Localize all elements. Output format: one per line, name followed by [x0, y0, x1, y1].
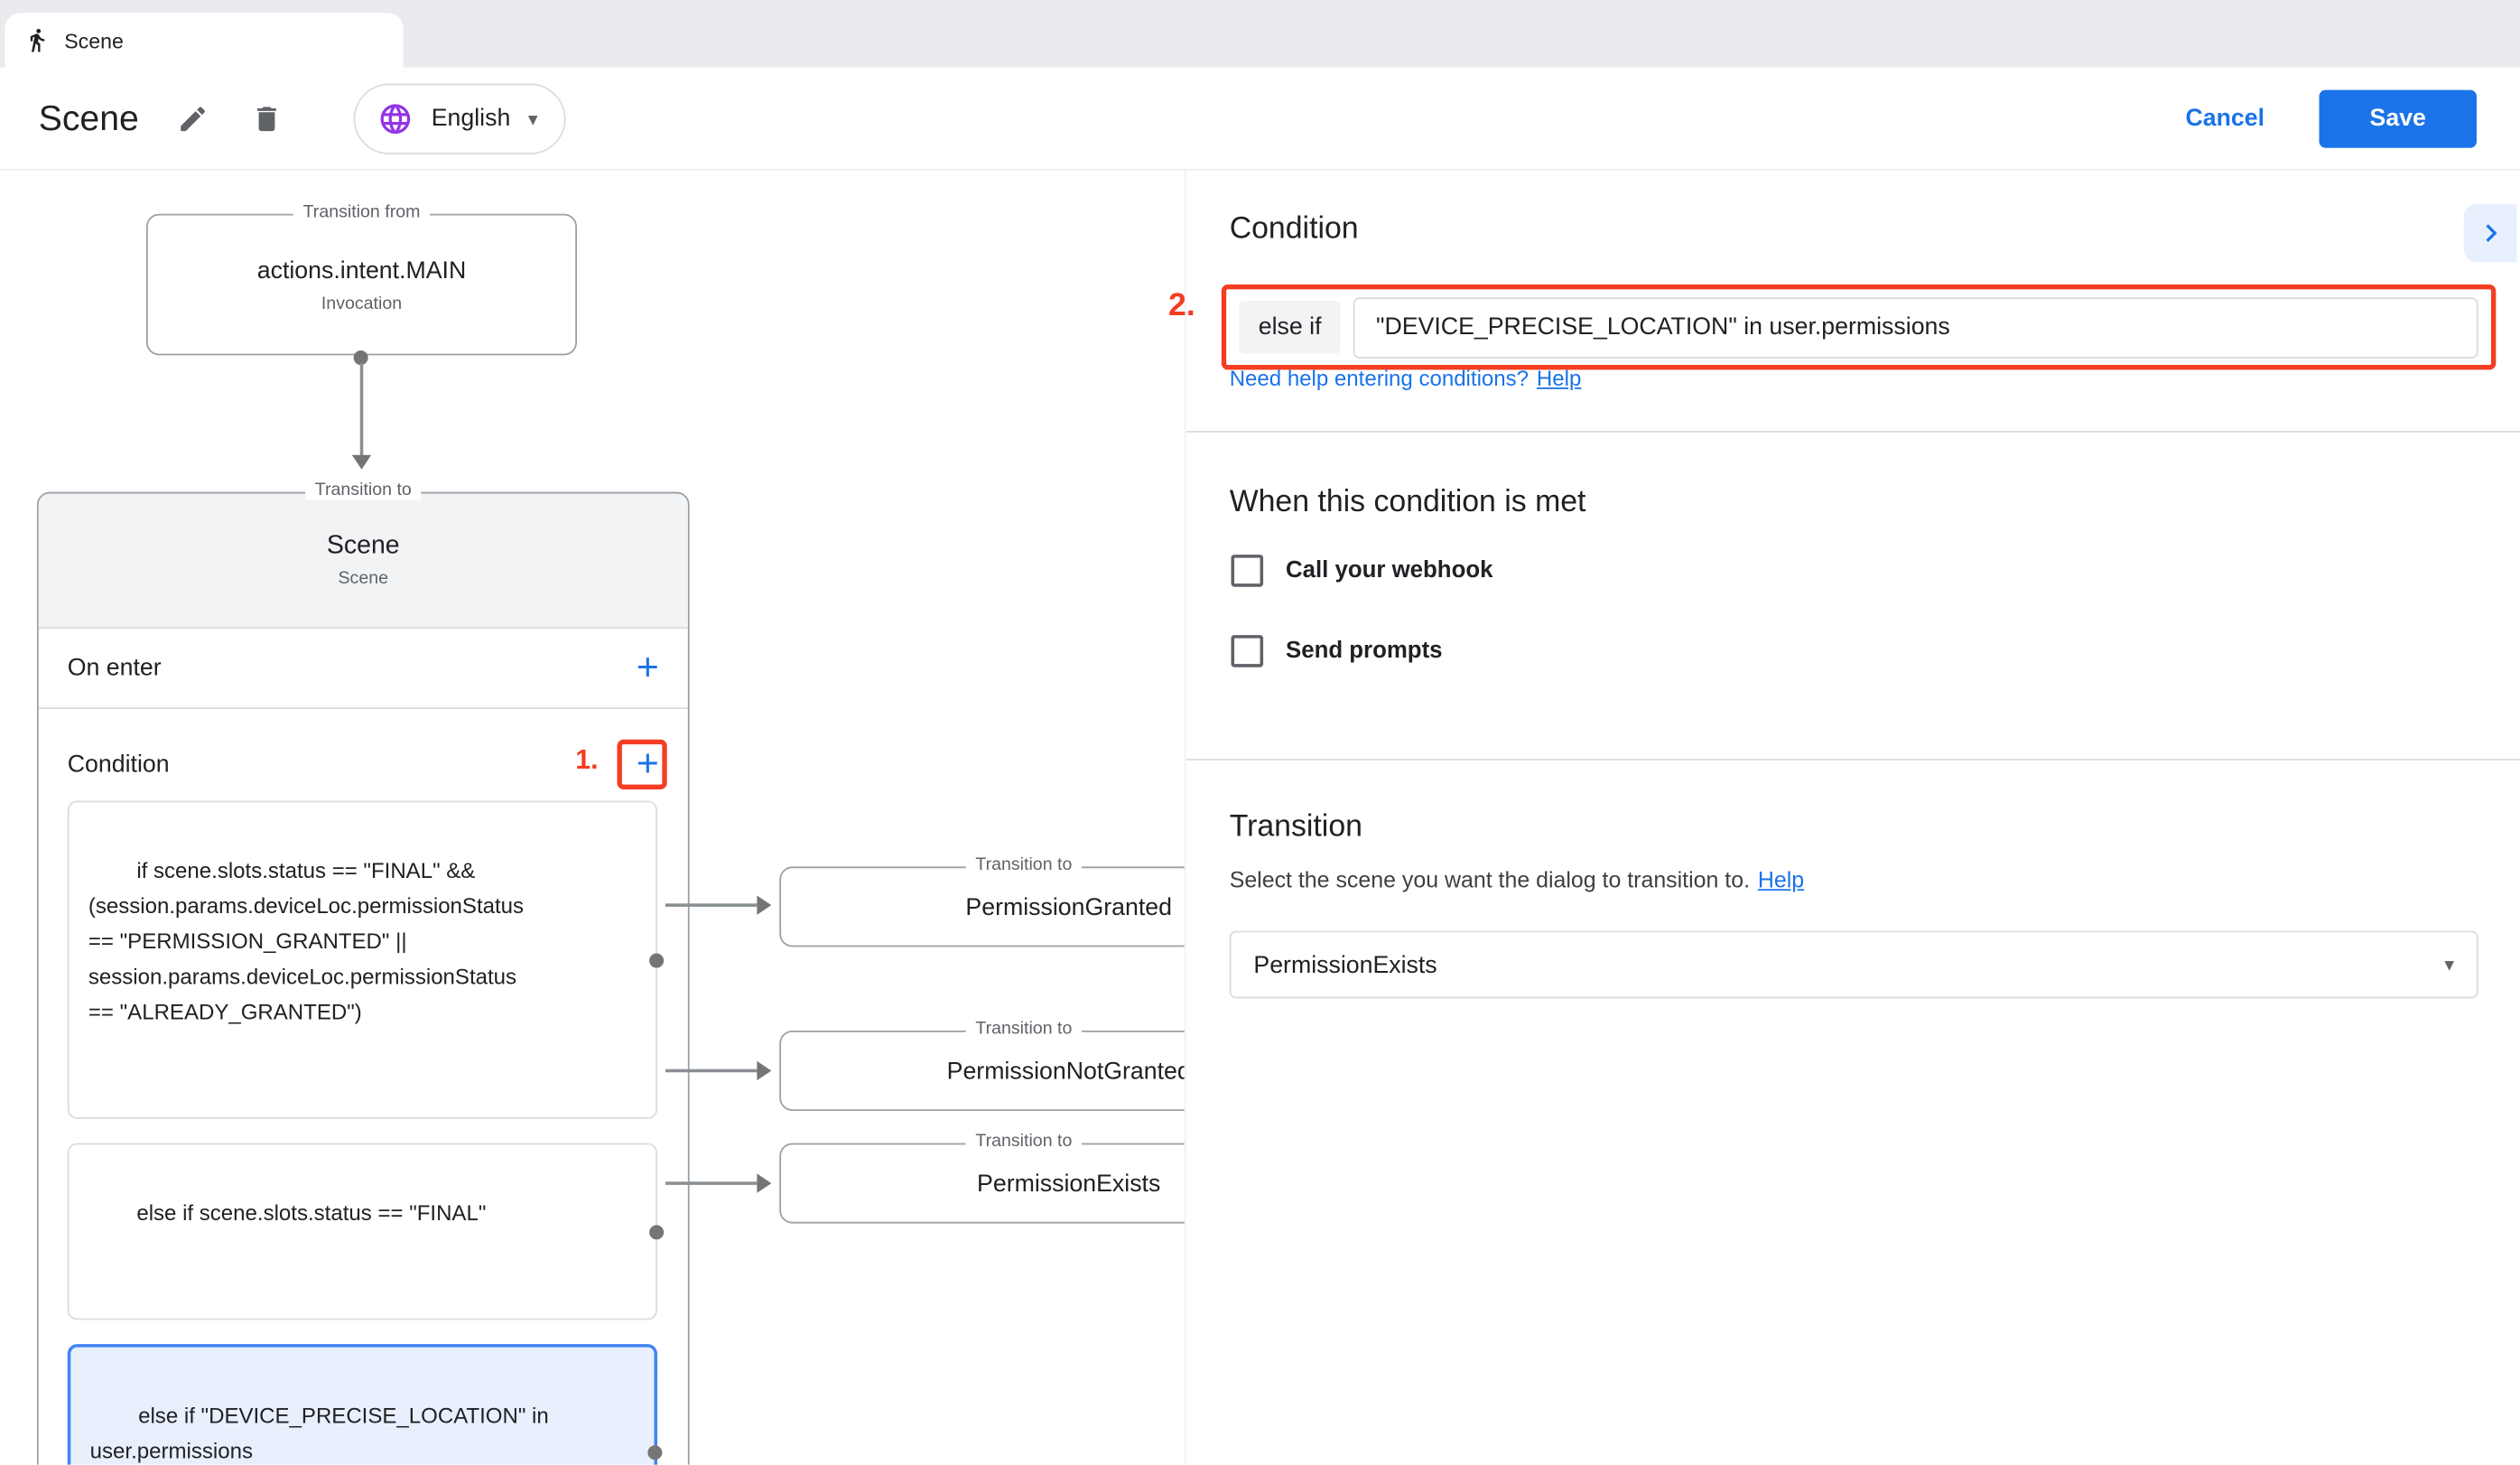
condition-item-2[interactable]: else if scene.slots.status == "FINAL"	[68, 1143, 657, 1320]
conditions-help-line: Need help entering conditions? Help	[1230, 367, 1582, 391]
delete-scene-button[interactable]	[251, 100, 286, 135]
trash-icon	[251, 102, 284, 135]
divider	[1186, 431, 2520, 433]
arrow-down-icon	[352, 455, 371, 470]
transition-from-label: Transition from	[293, 202, 430, 221]
transition-description-text: Select the scene you want the dialog to …	[1230, 866, 1750, 891]
connector-line	[665, 903, 757, 907]
send-prompts-row[interactable]: Send prompts	[1231, 635, 1442, 667]
transition-description: Select the scene you want the dialog to …	[1230, 866, 1804, 891]
arrow-right-icon	[757, 895, 771, 914]
webhook-checkbox[interactable]	[1231, 555, 1263, 587]
target-node-permission-granted[interactable]: Transition to PermissionGranted	[779, 866, 1185, 947]
arrow-right-icon	[757, 1173, 771, 1192]
condition-item-3-text: else if "DEVICE_PRECISE_LOCATION" in use…	[90, 1404, 549, 1463]
target-scene-name: PermissionGranted	[965, 893, 1172, 920]
call-webhook-row[interactable]: Call your webhook	[1231, 555, 1492, 587]
elseif-label: else if	[1239, 301, 1340, 354]
target-scene-name: PermissionNotGranted	[947, 1057, 1185, 1084]
annotation-step2-box: else if "DEVICE_PRECISE_LOCATION" in use…	[1222, 285, 2497, 369]
connector-line	[360, 363, 364, 456]
condition-expression-value: "DEVICE_PRECISE_LOCATION" in user.permis…	[1376, 313, 1950, 341]
condition-item-2-text: else if scene.slots.status == "FINAL"	[136, 1201, 486, 1226]
scene-node-header: Scene Scene	[39, 493, 688, 629]
tab-strip: Scene	[0, 0, 2520, 68]
target-node-permission-not-granted[interactable]: Transition to PermissionNotGranted	[779, 1031, 1185, 1111]
scene-person-icon	[24, 27, 50, 52]
edit-scene-button[interactable]	[177, 100, 212, 135]
transition-section-title: Transition	[1230, 810, 1362, 845]
transition-to-label: Transition to	[305, 481, 421, 499]
chevron-right-icon	[2473, 216, 2508, 251]
target-node-permission-exists[interactable]: Transition to PermissionExists	[779, 1143, 1185, 1224]
connector-dot	[649, 953, 664, 967]
on-enter-section: On enter +	[39, 629, 688, 709]
page-title: Scene	[39, 98, 139, 139]
collapse-panel-button[interactable]	[2464, 204, 2517, 262]
condition-expression-input[interactable]: "DEVICE_PRECISE_LOCATION" in user.permis…	[1353, 296, 2478, 358]
divider	[1186, 759, 2520, 760]
cancel-button[interactable]: Cancel	[2185, 105, 2264, 132]
help-prompt-text: Need help entering conditions?	[1230, 367, 1529, 391]
connector-line	[665, 1069, 757, 1073]
transition-from-node[interactable]: Transition from actions.intent.MAIN Invo…	[146, 214, 577, 356]
tab-scene[interactable]: Scene	[5, 13, 403, 68]
transition-help-link[interactable]: Help	[1758, 866, 1804, 891]
connector-dot	[647, 1444, 662, 1459]
condition-item-1-text: if scene.slots.status == "FINAL" && (ses…	[88, 859, 524, 1024]
header-bar: Scene English ▾ Cancel Save	[0, 68, 2520, 171]
scene-node-title: Scene	[327, 532, 400, 561]
chevron-down-icon: ▾	[528, 108, 538, 127]
transition-to-label: Transition to	[966, 1020, 1082, 1039]
intent-type: Invocation	[321, 294, 402, 313]
arrow-right-icon	[757, 1061, 771, 1080]
annotation-step2: 2.	[1168, 288, 1195, 325]
transition-to-label: Transition to	[966, 1132, 1082, 1151]
pencil-icon	[177, 102, 209, 135]
target-scene-name: PermissionExists	[977, 1170, 1160, 1197]
add-on-enter-button[interactable]: +	[637, 649, 659, 687]
save-button[interactable]: Save	[2320, 89, 2477, 147]
condition-editor-panel: Condition 2. else if "DEVICE_PRECISE_LOC…	[1185, 171, 2520, 1465]
condition-panel-title: Condition	[1230, 212, 1359, 247]
scene-flow-canvas: Transition from actions.intent.MAIN Invo…	[0, 171, 1185, 1465]
webhook-label: Call your webhook	[1286, 558, 1492, 583]
annotation-step1-box	[618, 740, 667, 789]
prompts-checkbox[interactable]	[1231, 635, 1263, 667]
language-selector[interactable]: English ▾	[354, 83, 565, 154]
scene-node-card[interactable]: Transition to Scene Scene On enter + Con…	[37, 492, 690, 1465]
actions-console-scene-editor: Scene Scene English ▾ Cancel Save Transi…	[0, 0, 2520, 1465]
transition-scene-select[interactable]: PermissionExists ▾	[1230, 931, 2478, 999]
connector-dot	[649, 1224, 664, 1238]
language-label: English	[432, 105, 511, 132]
on-enter-label: On enter	[68, 654, 162, 681]
tab-label: Scene	[64, 28, 124, 52]
condition-item-3-selected[interactable]: else if "DEVICE_PRECISE_LOCATION" in use…	[68, 1344, 657, 1464]
condition-section-label: Condition	[68, 751, 170, 778]
annotation-step1: 1.	[575, 744, 598, 777]
transition-selected-scene: PermissionExists	[1253, 951, 1437, 978]
prompts-label: Send prompts	[1286, 639, 1443, 664]
transition-to-label: Transition to	[966, 855, 1082, 874]
condition-item-1[interactable]: if scene.slots.status == "FINAL" && (ses…	[68, 800, 657, 1118]
conditions-help-link[interactable]: Help	[1537, 367, 1581, 391]
connector-line	[665, 1181, 757, 1185]
chevron-down-icon: ▾	[2444, 955, 2454, 974]
when-condition-met-title: When this condition is met	[1230, 486, 1586, 521]
intent-name: actions.intent.MAIN	[257, 257, 467, 284]
scene-node-subtitle: Scene	[338, 569, 388, 588]
globe-icon	[378, 100, 414, 135]
